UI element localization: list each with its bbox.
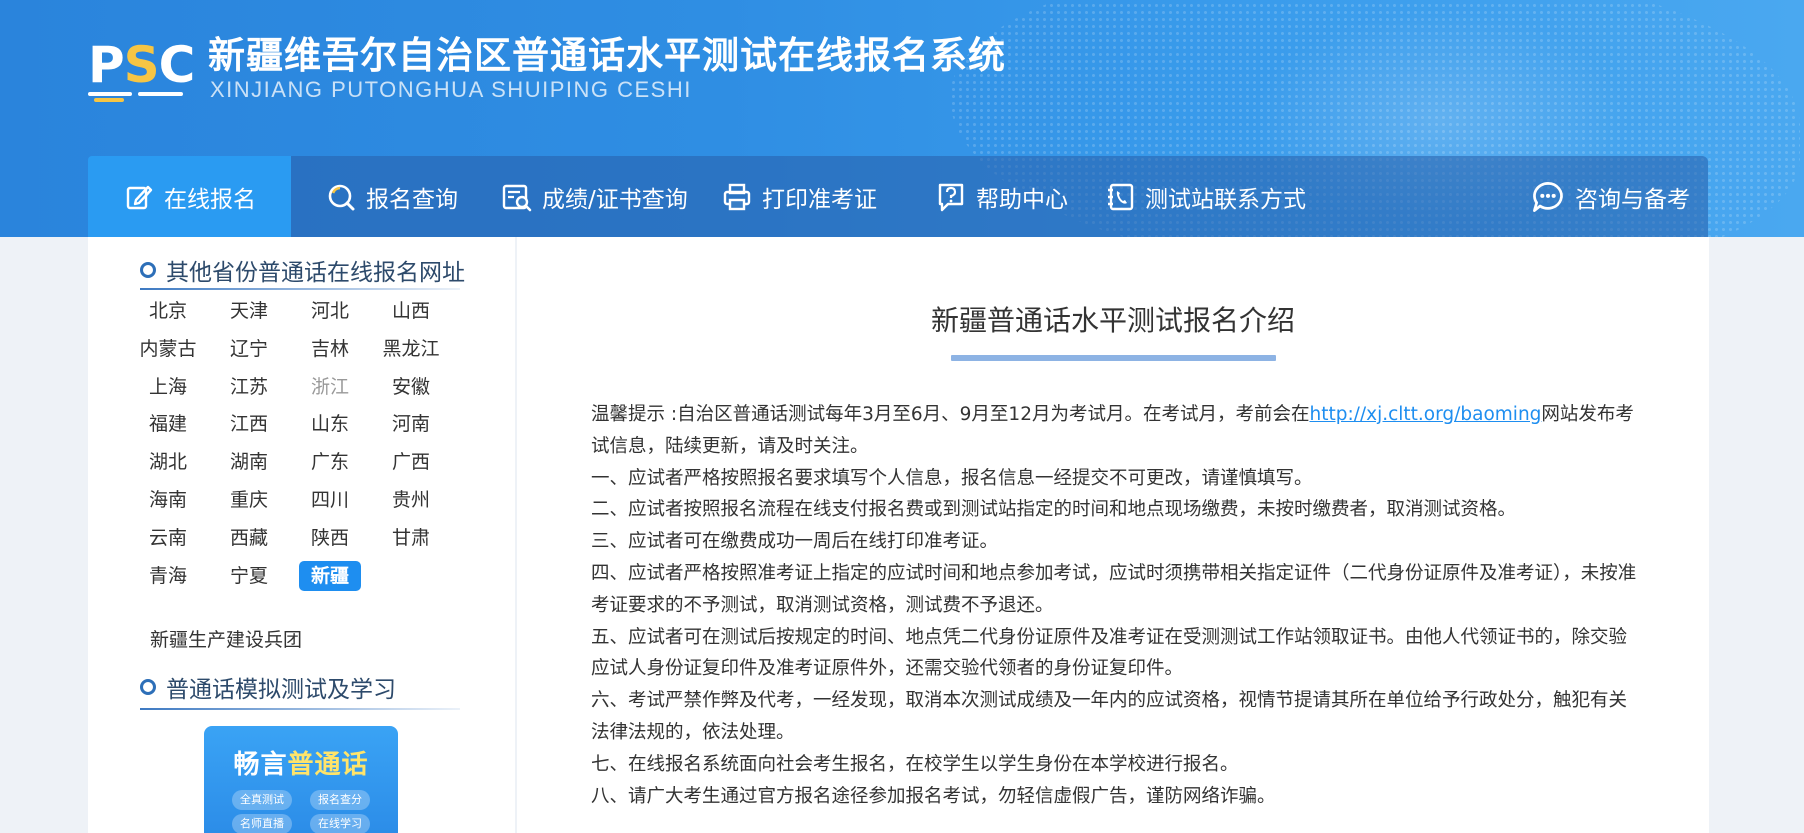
logo-letters: PSC xyxy=(88,36,195,94)
province-link[interactable]: 天津 xyxy=(218,296,280,326)
nav-consultation-preparation[interactable]: 咨询与备考 xyxy=(1531,156,1690,237)
promo-tag: 名师直播 xyxy=(232,814,292,833)
province-link[interactable]: 陕西 xyxy=(299,523,361,553)
rule-item: 七、在线报名系统面向社会考生报名，在校学生以学生身份在本学校进行报名。 xyxy=(591,753,1239,775)
province-link[interactable]: 四川 xyxy=(299,485,361,515)
rule-item: 六、考试严禁作弊及代考，一经发现，取消本次测试成绩及一年内的应试资格，视情节提请… xyxy=(591,690,1628,743)
nav-test-station-contacts[interactable]: 测试站联系方式 xyxy=(1105,156,1306,237)
province-link[interactable]: 浙江 xyxy=(299,372,361,402)
phone-icon xyxy=(1105,182,1135,212)
logo-underline xyxy=(88,92,183,102)
registration-rules: 温馨提示 :自治区普通话测试每年3月至6月、9月至12月为考试月。在考试月，考前… xyxy=(591,399,1641,812)
rule-item: 二、应试者按照报名流程在线支付报名费或到测试站指定的时间和地点现场缴费，未按时缴… xyxy=(591,499,1517,521)
province-link[interactable]: 江西 xyxy=(218,409,280,439)
page-title: 新疆普通话水平测试报名介绍 xyxy=(930,304,1295,337)
province-link[interactable]: 湖北 xyxy=(137,447,199,477)
province-link[interactable]: 宁夏 xyxy=(218,561,280,591)
rule-item: 五、应试者可在测试后按规定的时间、地点凭二代身份证原件及准考证在受测测试工作站领… xyxy=(591,626,1628,680)
province-link[interactable]: 辽宁 xyxy=(218,334,280,364)
edit-icon xyxy=(124,182,154,212)
psc-logo[interactable]: PSC xyxy=(88,36,195,104)
province-link-bingtuan[interactable]: 新疆生产建设兵团 xyxy=(150,625,302,652)
province-link[interactable]: 云南 xyxy=(137,523,199,553)
heading-underline xyxy=(140,288,460,290)
changyan-promo-banner[interactable]: 畅言普通话 全真测试 报名查分 名师直播 在线学习 xyxy=(204,726,398,833)
heading-underline xyxy=(140,708,460,710)
notice-paragraph: 温馨提示 :自治区普通话测试每年3月至6月、9月至12月为考试月。在考试月，考前… xyxy=(591,404,1634,457)
site-title: 新疆维吾尔自治区普通话水平测试在线报名系统 xyxy=(208,34,1006,77)
province-link[interactable]: 新疆 xyxy=(299,560,361,591)
title-underline-bar xyxy=(951,355,1276,361)
province-link[interactable]: 福建 xyxy=(137,409,199,439)
province-link[interactable]: 山东 xyxy=(299,409,361,439)
rule-item: 四、应试者严格按照准考证上指定的应试时间和地点参加考试，应试时须携带相关指定证件… xyxy=(591,562,1637,616)
certificate-search-icon xyxy=(502,182,532,212)
promo-title: 畅言普通话 xyxy=(233,750,369,780)
province-link[interactable]: 上海 xyxy=(137,372,199,402)
site-header: PSC 新疆维吾尔自治区普通话水平测试在线报名系统 XINJIANG PUTON… xyxy=(0,0,1804,237)
province-link[interactable]: 重庆 xyxy=(218,485,280,515)
province-link[interactable]: 海南 xyxy=(137,485,199,515)
province-link[interactable]: 广西 xyxy=(380,447,442,477)
main-content: 新疆普通话水平测试报名介绍 温馨提示 :自治区普通话测试每年3月至6月、9月至1… xyxy=(517,237,1709,833)
nav-print-admission-ticket[interactable]: 打印准考证 xyxy=(722,156,877,237)
province-link[interactable]: 黑龙江 xyxy=(380,334,442,364)
promo-tag: 在线学习 xyxy=(310,814,370,833)
circle-bullet-icon xyxy=(140,262,156,278)
promo-tag: 报名查分 xyxy=(310,790,370,810)
province-link[interactable]: 河南 xyxy=(380,409,442,439)
section-mock-test-heading: 普通话模拟测试及学习 xyxy=(140,670,396,704)
section-other-provinces-heading: 其他省份普通话在线报名网址 xyxy=(140,253,465,287)
circle-bullet-icon xyxy=(140,679,156,695)
printer-icon xyxy=(722,182,752,212)
province-link[interactable]: 河北 xyxy=(299,296,361,326)
province-link[interactable]: 吉林 xyxy=(299,334,361,364)
help-icon xyxy=(936,182,966,212)
province-link[interactable]: 广东 xyxy=(299,447,361,477)
province-link[interactable]: 贵州 xyxy=(380,485,442,515)
baoming-link[interactable]: http://xj.cltt.org/baoming xyxy=(1309,404,1541,425)
chat-icon xyxy=(1531,180,1565,214)
rule-item: 八、请广大考生通过官方报名途径参加报名考试，勿轻信虚假广告，谨防网络诈骗。 xyxy=(591,785,1276,807)
province-link[interactable]: 甘肃 xyxy=(380,523,442,553)
nav-online-registration[interactable]: 在线报名 xyxy=(88,156,291,237)
province-link[interactable]: 湖南 xyxy=(218,447,280,477)
province-link[interactable]: 江苏 xyxy=(218,372,280,402)
province-link[interactable]: 内蒙古 xyxy=(137,334,199,364)
main-nav: 在线报名 报名查询 成绩/证书查询 打印准考证 帮助中心 测试站联系方式 咨询与… xyxy=(88,156,1708,237)
nav-score-certificate-query[interactable]: 成绩/证书查询 xyxy=(502,156,688,237)
province-link[interactable]: 安徽 xyxy=(380,372,442,402)
province-link[interactable]: 山西 xyxy=(380,296,442,326)
province-link[interactable]: 北京 xyxy=(137,296,199,326)
promo-tag: 全真测试 xyxy=(232,790,292,810)
sidebar: 其他省份普通话在线报名网址 北京 天津 河北 山西内蒙古 辽宁 吉林 黑龙江上海 江苏 浙江 安徽… xyxy=(88,237,515,833)
nav-registration-query[interactable]: 报名查询 xyxy=(326,156,458,237)
search-icon xyxy=(326,182,356,212)
rule-item: 一、应试者严格按照报名要求填写个人信息，报名信息一经提交不可更改，请谨慎填写。 xyxy=(591,467,1313,489)
site-subtitle: XINJIANG PUTONGHUA SHUIPING CESHI xyxy=(210,77,692,102)
province-link[interactable]: 青海 xyxy=(137,561,199,591)
nav-help-center[interactable]: 帮助中心 xyxy=(936,156,1068,237)
province-link[interactable]: 西藏 xyxy=(218,523,280,553)
rule-item: 三、应试者可在缴费成功一周后在线打印准考证。 xyxy=(591,531,999,553)
